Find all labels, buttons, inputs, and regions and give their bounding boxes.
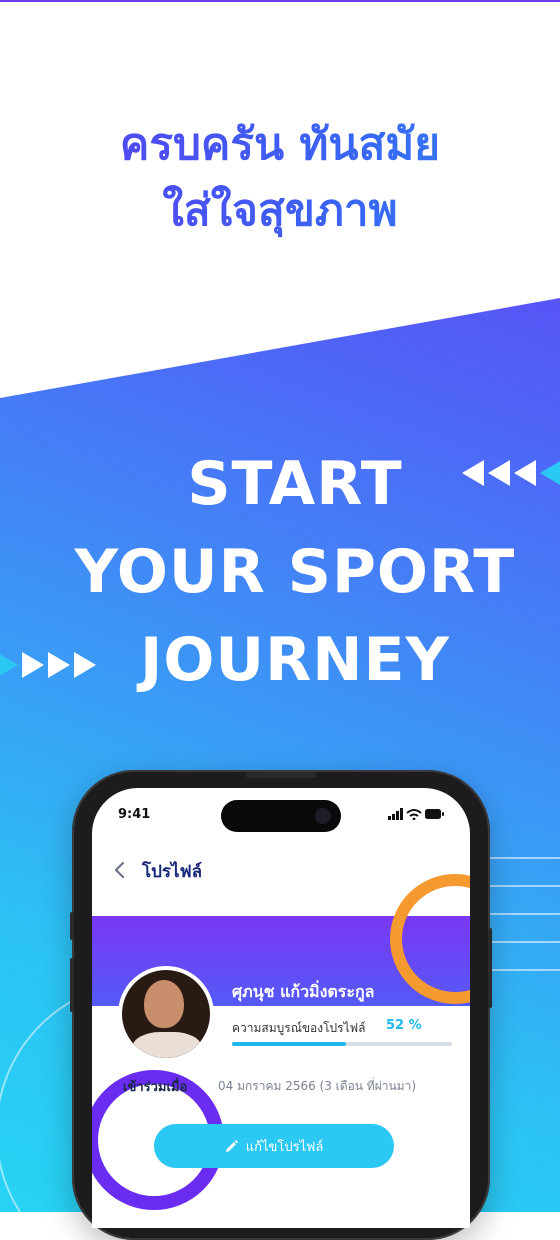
hero-line-2: YOUR SPORT xyxy=(74,537,516,607)
profile-completeness-label: ความสมบูรณ์ของโปรไฟล์ xyxy=(232,1021,366,1035)
chevrons-right-pointing-icon xyxy=(0,652,96,678)
phone-mute-switch xyxy=(70,912,74,940)
status-time: 9:41 xyxy=(118,807,151,822)
hero-line-3: JOURNEY xyxy=(140,625,450,695)
edit-profile-button[interactable]: แก้ไขโปรไฟล์ xyxy=(154,1124,394,1168)
top-accent-line xyxy=(0,0,560,2)
joined-label: เข้าร่วมเมื่อ xyxy=(123,1080,188,1095)
page-title: โปรไฟล์ xyxy=(142,862,203,882)
avatar-shoulder xyxy=(132,1032,202,1058)
profile-completeness-bar xyxy=(232,1042,452,1046)
hero-line-1: START xyxy=(187,449,403,519)
headline-line-2: ใส่ใจสุขภาพ xyxy=(162,185,398,236)
headline-line-1: ครบครัน ทันสมัย xyxy=(119,119,441,170)
phone-volume-button xyxy=(70,958,74,1012)
pencil-icon xyxy=(225,1139,238,1152)
camera-icon xyxy=(315,808,331,824)
chevron-left-icon[interactable] xyxy=(112,859,126,881)
decorative-lines xyxy=(480,857,560,971)
hero-title: START YOUR SPORT JOURNEY xyxy=(30,440,560,704)
edit-profile-label: แก้ไขโปรไฟล์ xyxy=(245,1139,324,1155)
avatar-face xyxy=(144,980,184,1028)
phone-speaker xyxy=(246,772,316,778)
phone-power-button xyxy=(488,928,492,1008)
avatar[interactable] xyxy=(122,970,210,1058)
user-name: ศุภนุช แก้วมิ่งตระกูล xyxy=(232,982,375,1001)
dynamic-island xyxy=(221,800,341,832)
profile-completeness-fill xyxy=(232,1042,347,1046)
joined-value: 04 มกราคม 2566 (3 เดือน ที่ผ่านมา) xyxy=(218,1079,417,1093)
headline: ครบครัน ทันสมัย ใส่ใจสุขภาพ xyxy=(0,112,560,244)
status-icons xyxy=(388,808,444,820)
profile-completeness-value: 52 % xyxy=(386,1018,422,1033)
phone-screen: 9:41 โปรไฟล์ ศุภนุช แก้วมิ่งตระกูล ความส… xyxy=(92,788,470,1228)
